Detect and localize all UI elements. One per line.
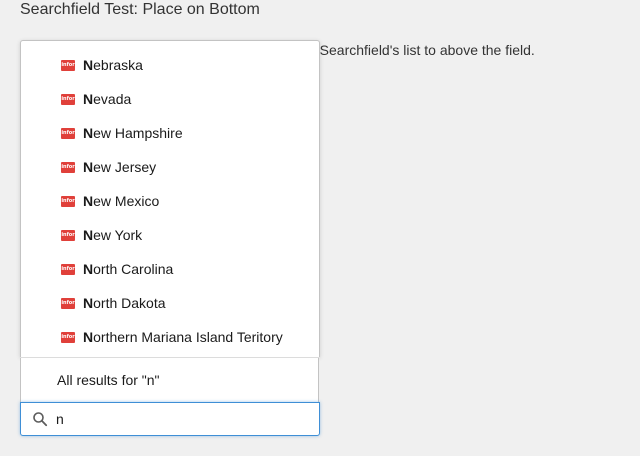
result-label: ebraska <box>93 57 143 73</box>
result-label: ew York <box>93 227 143 243</box>
page-title: Searchfield Test: Place on Bottom <box>20 1 260 18</box>
infor-logo-icon: infor <box>61 127 75 139</box>
result-match-text: N <box>83 57 94 73</box>
search-results-popup: infor Nebraska infor Nevada infor New Ha… <box>20 40 320 357</box>
all-results-link[interactable]: All results for "n" <box>20 358 319 402</box>
result-item-new-hampshire[interactable]: infor New Hampshire <box>21 116 319 150</box>
result-item-nevada[interactable]: infor Nevada <box>21 82 319 116</box>
result-match-text: N <box>83 193 94 209</box>
infor-logo-icon: infor <box>61 93 75 105</box>
infor-logo-icon: infor <box>61 331 75 343</box>
result-label: ew Jersey <box>93 159 157 175</box>
result-match-text: N <box>83 295 94 311</box>
infor-logo-icon: infor <box>61 297 75 309</box>
result-match-text: N <box>83 329 94 345</box>
result-label: orthern Mariana Island Teritory <box>93 329 283 345</box>
result-item-new-jersey[interactable]: infor New Jersey <box>21 150 319 184</box>
infor-logo-icon: infor <box>61 59 75 71</box>
result-item-nebraska[interactable]: infor Nebraska <box>21 48 319 82</box>
searchfield[interactable] <box>20 402 320 436</box>
result-item-new-mexico[interactable]: infor New Mexico <box>21 184 319 218</box>
result-label: evada <box>93 91 132 107</box>
result-label: ew Mexico <box>93 193 160 209</box>
result-match-text: N <box>83 159 94 175</box>
result-label: ew Hampshire <box>93 125 183 141</box>
result-item-new-york[interactable]: infor New York <box>21 218 319 252</box>
infor-logo-icon: infor <box>61 263 75 275</box>
search-input[interactable] <box>56 409 296 429</box>
infor-logo-icon: infor <box>61 195 75 207</box>
page-description-text: e Searchfield's list to above the field. <box>308 42 535 58</box>
infor-logo-icon: infor <box>61 161 75 173</box>
result-label: orth Dakota <box>93 295 166 311</box>
result-match-text: N <box>83 261 94 277</box>
result-label: orth Carolina <box>93 261 174 277</box>
result-match-text: N <box>83 227 94 243</box>
infor-logo-icon: infor <box>61 229 75 241</box>
result-item-northern-mariana[interactable]: infor Northern Mariana Island Teritory <box>21 320 319 354</box>
result-match-text: N <box>83 91 94 107</box>
result-item-north-carolina[interactable]: infor North Carolina <box>21 252 319 286</box>
result-match-text: N <box>83 125 94 141</box>
result-item-north-dakota[interactable]: infor North Dakota <box>21 286 319 320</box>
search-results-list: infor Nebraska infor Nevada infor New Ha… <box>21 41 319 354</box>
search-icon <box>33 412 48 427</box>
